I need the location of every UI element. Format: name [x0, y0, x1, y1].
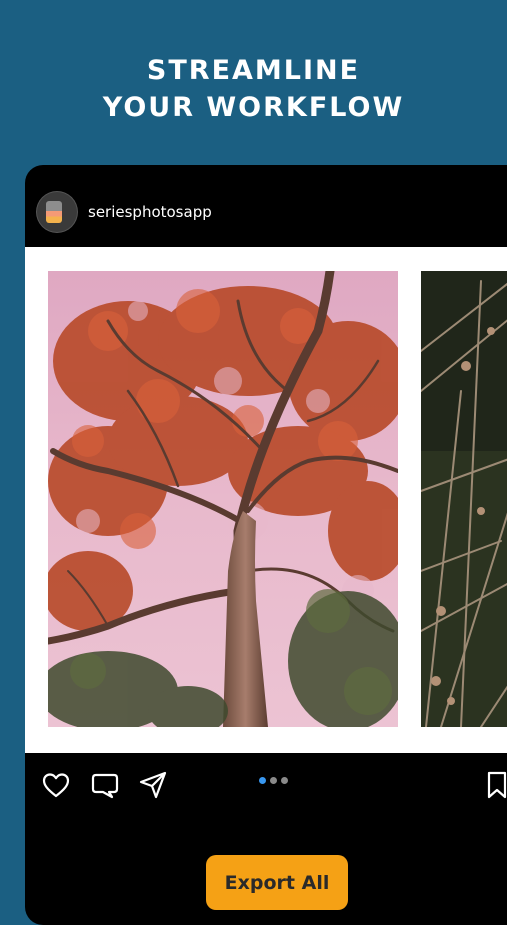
carousel-dot	[270, 777, 277, 784]
carousel-indicator	[259, 777, 288, 785]
bookmark-icon[interactable]	[485, 770, 507, 800]
photo-carousel[interactable]	[25, 247, 507, 753]
heart-icon[interactable]	[41, 770, 71, 800]
series-app-logo-icon	[46, 201, 62, 223]
username[interactable]: seriesphotosapp	[88, 202, 212, 222]
headline: STREAMLINE YOUR WORKFLOW	[0, 52, 507, 126]
avatar[interactable]	[37, 192, 77, 232]
post-header: seriesphotosapp	[25, 165, 507, 247]
photo-dried-grass	[421, 271, 507, 727]
photo-autumn-tree	[48, 271, 398, 727]
carousel-dot	[281, 777, 288, 784]
headline-line-1: STREAMLINE	[146, 55, 361, 86]
post-actions	[25, 765, 507, 805]
phone-mockup: seriesphotosapp	[25, 165, 507, 925]
comment-icon[interactable]	[90, 770, 120, 800]
headline-line-2: YOUR WORKFLOW	[102, 92, 405, 123]
send-icon[interactable]	[138, 770, 168, 800]
export-all-button[interactable]: Export All	[206, 855, 348, 910]
carousel-dot-active	[259, 777, 266, 784]
